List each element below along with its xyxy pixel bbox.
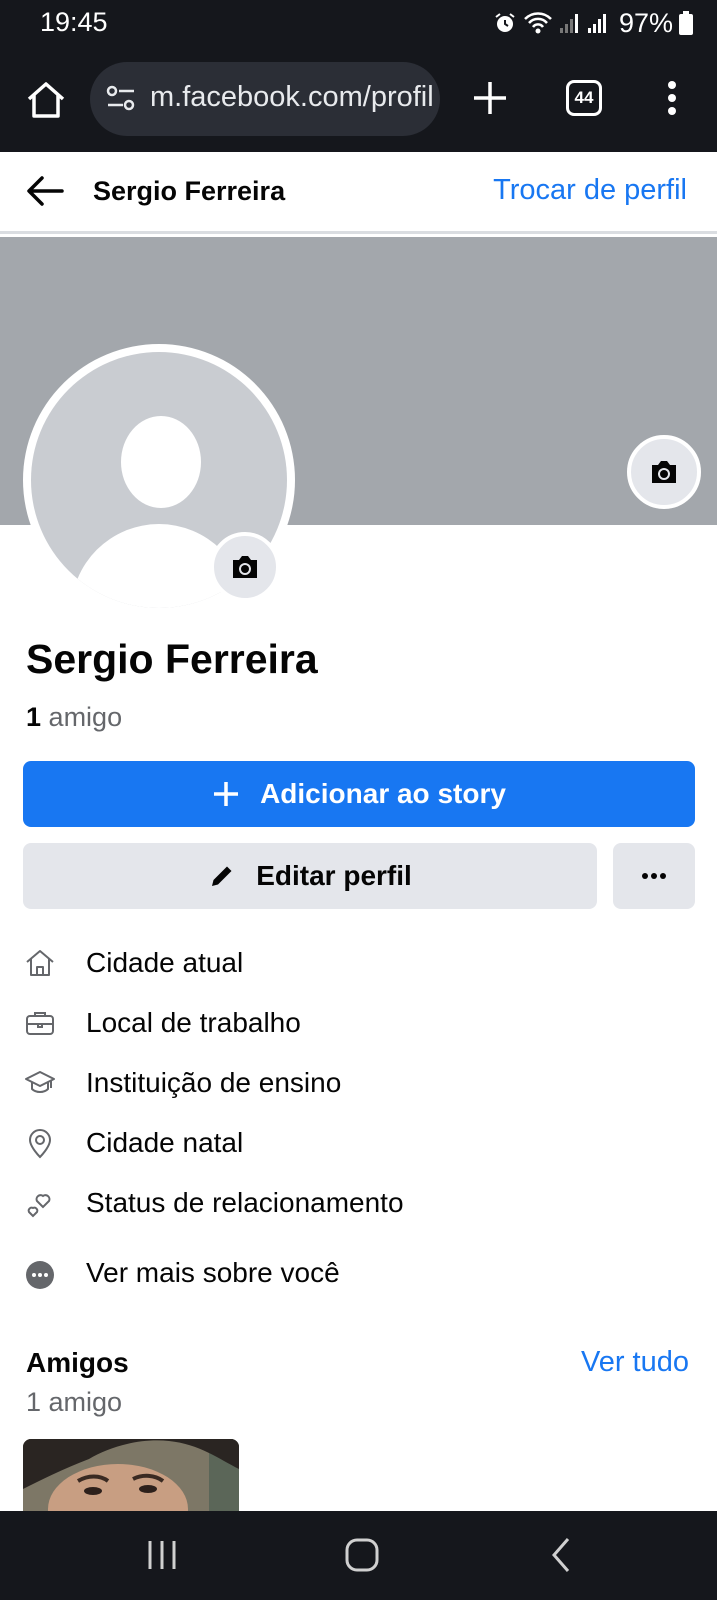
see-all-friends-link[interactable]: Ver tudo xyxy=(581,1346,689,1379)
detail-label: Cidade atual xyxy=(86,947,244,978)
recent-apps-icon[interactable] xyxy=(140,1533,184,1577)
header-title: Sergio Ferreira xyxy=(93,176,286,206)
alarm-icon xyxy=(495,13,515,32)
back-arrow-icon[interactable] xyxy=(24,170,66,212)
more-options-button[interactable] xyxy=(613,843,695,909)
address-bar[interactable]: m.facebook.com/profile xyxy=(90,62,440,136)
detail-relationship[interactable]: Status de relacionamento xyxy=(0,1173,717,1233)
edit-profile-button[interactable]: Editar perfil xyxy=(23,843,597,909)
hearts-icon xyxy=(27,1194,51,1218)
tabs-button[interactable]: 44 xyxy=(566,80,602,116)
status-bar: 19:45 97% xyxy=(0,0,717,48)
system-nav-bar xyxy=(0,1511,717,1600)
home-icon[interactable] xyxy=(24,78,68,122)
edit-profile-label: Editar perfil xyxy=(256,860,412,891)
friends-section-title: Amigos xyxy=(26,1347,129,1378)
wifi-icon xyxy=(524,12,552,34)
edit-profile-picture-button[interactable] xyxy=(210,532,280,602)
plus-icon[interactable] xyxy=(470,78,510,118)
friend-thumbnail[interactable] xyxy=(23,1439,239,1511)
signal-icon xyxy=(587,14,606,33)
battery-icon xyxy=(679,11,693,35)
back-nav-icon[interactable] xyxy=(540,1533,584,1577)
detail-label: Instituição de ensino xyxy=(86,1067,342,1098)
more-horiz-icon xyxy=(642,873,666,879)
add-to-story-button[interactable]: Adicionar ao story xyxy=(23,761,695,827)
friend-count-number: 1 xyxy=(26,702,42,732)
detail-hometown[interactable]: Cidade natal xyxy=(0,1113,717,1173)
pencil-icon xyxy=(212,866,232,886)
plus-icon xyxy=(214,782,239,806)
detail-education[interactable]: Instituição de ensino xyxy=(0,1053,717,1113)
battery-percent: 97% xyxy=(618,7,673,38)
more-vert-icon[interactable] xyxy=(660,78,684,118)
location-pin-icon xyxy=(28,1129,52,1159)
camera-icon xyxy=(233,556,257,578)
signal-icon xyxy=(559,14,578,33)
profile-details-list: Cidade atual Local de trabalho Instituiç… xyxy=(0,933,717,1311)
tab-count: 44 xyxy=(574,88,594,107)
profile-name: Sergio Ferreira xyxy=(26,636,318,682)
site-settings-icon[interactable] xyxy=(106,85,136,113)
friend-photo-image xyxy=(23,1439,239,1511)
home-nav-icon[interactable] xyxy=(340,1533,384,1577)
add-to-story-label: Adicionar ao story xyxy=(260,778,506,809)
detail-label: Ver mais sobre você xyxy=(86,1257,340,1288)
detail-label: Status de relacionamento xyxy=(86,1187,404,1218)
detail-current-city[interactable]: Cidade atual xyxy=(0,933,717,993)
edit-cover-button[interactable] xyxy=(627,435,701,509)
status-time: 19:45 xyxy=(40,7,108,37)
camera-icon xyxy=(652,461,676,483)
friend-count-label: amigo xyxy=(48,702,123,732)
more-dots-icon xyxy=(26,1261,54,1289)
friend-count[interactable]: 1 amigo xyxy=(26,702,122,733)
profile-header: Sergio Ferreira Trocar de perfil xyxy=(0,152,717,234)
detail-see-more[interactable]: Ver mais sobre você xyxy=(0,1233,717,1311)
graduation-cap-icon xyxy=(25,1071,55,1093)
briefcase-icon xyxy=(26,1012,54,1035)
detail-workplace[interactable]: Local de trabalho xyxy=(0,993,717,1053)
detail-label: Cidade natal xyxy=(86,1127,244,1158)
switch-profile-link[interactable]: Trocar de perfil xyxy=(493,174,687,207)
friends-section-count: 1 amigo xyxy=(26,1387,123,1417)
avatar-silhouette-head xyxy=(121,416,201,508)
browser-toolbar: m.facebook.com/profile 44 xyxy=(0,48,717,152)
status-icons: 97% xyxy=(493,8,693,38)
url-text[interactable]: m.facebook.com/profile xyxy=(150,81,432,114)
detail-label: Local de trabalho xyxy=(86,1007,301,1038)
home-icon xyxy=(26,950,54,976)
